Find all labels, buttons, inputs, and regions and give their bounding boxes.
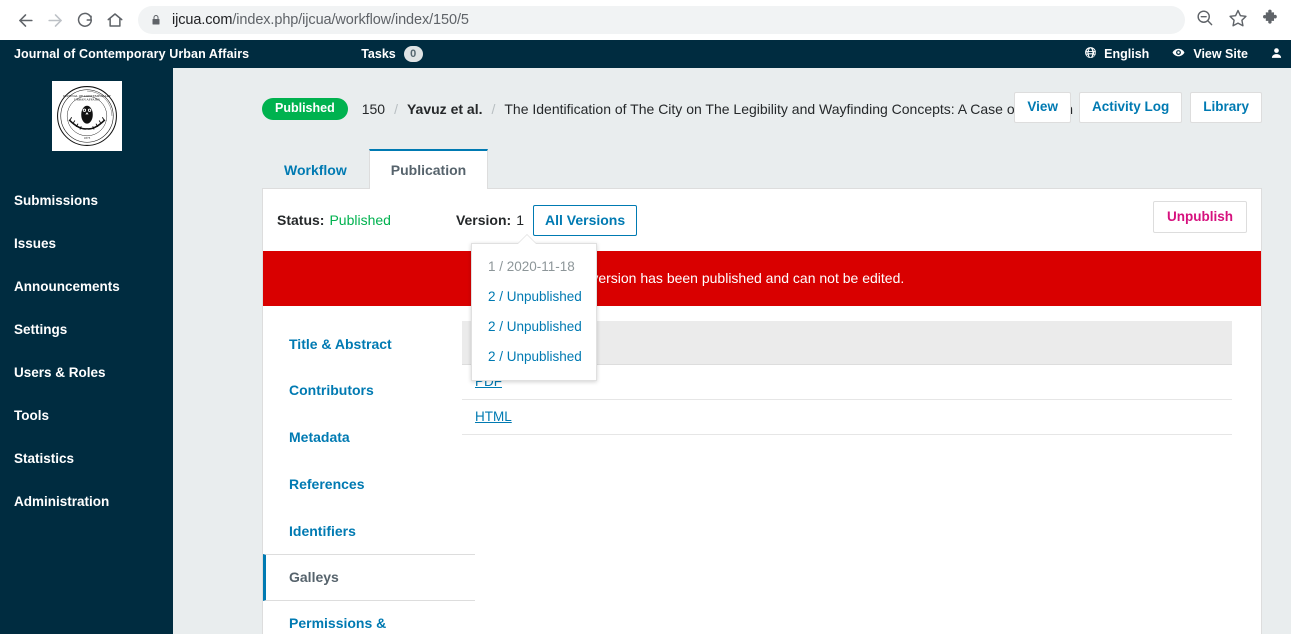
browser-toolbar: ijcua.com/index.php/ijcua/workflow/index… — [0, 0, 1291, 40]
sidebar-item-label: Tools — [14, 408, 49, 423]
url-domain: ijcua.com — [172, 12, 233, 28]
pub-nav-item-title-abstract[interactable]: Title & Abstract — [263, 321, 433, 368]
pub-nav-item-galleys[interactable]: Galleys — [263, 554, 475, 602]
submission-title: The Identification of The City on The Le… — [504, 100, 1073, 117]
app-brand[interactable]: Journal of Contemporary Urban Affairs — [0, 47, 249, 61]
url-path: /index.php/ijcua/workflow/index/150/5 — [232, 12, 469, 28]
url-text: ijcua.com/index.php/ijcua/workflow/index… — [172, 12, 469, 28]
table-row: HTML — [462, 400, 1232, 435]
version-label: Version: — [455, 212, 512, 228]
main-sidebar: JOURNAL OF CONTEMPORARY URBAN AFFAIRS 18… — [0, 68, 173, 634]
submission-header: Published 150 / Yavuz et al. / The Ident… — [173, 68, 1291, 123]
sidebar-item-issues[interactable]: Issues — [0, 222, 173, 265]
sidebar-item-announcements[interactable]: Announcements — [0, 265, 173, 308]
language-selector[interactable]: English — [1084, 46, 1149, 62]
breadcrumb: 150 / Yavuz et al. / The Identification … — [362, 101, 1073, 117]
sidebar-item-statistics[interactable]: Statistics — [0, 437, 173, 480]
workflow-tabs: Workflow Publication — [173, 120, 1291, 189]
view-site-link[interactable]: View Site — [1171, 46, 1248, 62]
version-option[interactable]: 2 / Unpublished — [472, 312, 596, 342]
tab-workflow[interactable]: Workflow — [262, 149, 369, 189]
journal-seal-icon: JOURNAL OF CONTEMPORARY URBAN AFFAIRS 18… — [56, 86, 117, 146]
home-icon — [106, 11, 124, 29]
version-group: Version: 1 All Versions — [455, 204, 638, 236]
publication-panel: Status: Published Version: 1 All Version… — [262, 187, 1262, 634]
all-versions-button[interactable]: All Versions — [533, 204, 638, 236]
zoom-out-icon[interactable] — [1195, 8, 1214, 32]
unpublish-button[interactable]: Unpublish — [1153, 200, 1247, 233]
breadcrumb-separator: / — [491, 100, 496, 117]
svg-text:URBAN AFFAIRS: URBAN AFFAIRS — [74, 98, 100, 102]
status-value: Published — [329, 212, 391, 228]
sidebar-item-label: Administration — [14, 494, 110, 509]
back-arrow-icon — [16, 11, 35, 30]
forward-button[interactable] — [40, 5, 70, 35]
sidebar-item-administration[interactable]: Administration — [0, 480, 173, 523]
status-label: Status: — [277, 212, 325, 228]
publication-status-row: Status: Published Version: 1 All Version… — [263, 189, 1261, 251]
publication-nav: Title & Abstract Contributors Metadata R… — [263, 306, 475, 634]
breadcrumb-separator: / — [394, 100, 398, 117]
alert-message: This version has been published and can … — [561, 269, 905, 286]
sidebar-item-submissions[interactable]: Submissions — [0, 179, 173, 222]
address-bar[interactable]: ijcua.com/index.php/ijcua/workflow/index… — [138, 6, 1185, 34]
activity-log-button[interactable]: Activity Log — [1078, 92, 1183, 123]
app-header: Journal of Contemporary Urban Affairs Ta… — [0, 40, 1291, 68]
reload-button[interactable] — [70, 5, 100, 35]
extensions-area — [1248, 8, 1281, 32]
submission-authors: Yavuz et al. — [406, 100, 483, 117]
submission-id: 150 — [361, 100, 386, 117]
version-option-current: 1 / 2020-11-18 — [488, 258, 575, 274]
pub-nav-item-permissions[interactable]: Permissions & — [263, 601, 433, 634]
lock-icon — [150, 13, 162, 27]
status-badge: Published — [262, 98, 348, 120]
user-icon — [1270, 46, 1283, 63]
version-value: 1 — [516, 212, 524, 228]
version-option[interactable]: 2 / Unpublished — [472, 282, 596, 312]
page-layout: JOURNAL OF CONTEMPORARY URBAN AFFAIRS 18… — [0, 68, 1291, 634]
view-site-label: View Site — [1193, 47, 1248, 61]
user-menu[interactable] — [1270, 46, 1283, 63]
pub-nav-item-identifiers[interactable]: Identifiers — [263, 508, 433, 555]
sidebar-item-users-roles[interactable]: Users & Roles — [0, 351, 173, 394]
puzzle-piece-icon[interactable] — [1262, 8, 1281, 32]
pub-nav-item-contributors[interactable]: Contributors — [263, 367, 433, 414]
pub-nav-item-references[interactable]: References — [263, 461, 433, 508]
sidebar-item-label: Submissions — [14, 193, 99, 208]
all-versions-dropdown: 1 / 2020-11-18 2 / Unpublished 2 / Unpub… — [471, 242, 597, 381]
star-icon[interactable] — [1228, 8, 1248, 33]
sidebar-item-settings[interactable]: Settings — [0, 308, 173, 351]
sidebar-item-label: Settings — [14, 322, 68, 337]
view-button[interactable]: View — [1014, 92, 1071, 123]
tab-publication[interactable]: Publication — [368, 148, 489, 189]
tasks-button[interactable]: Tasks 0 — [361, 46, 423, 62]
home-button[interactable] — [100, 5, 130, 35]
journal-logo[interactable]: JOURNAL OF CONTEMPORARY URBAN AFFAIRS 18… — [51, 81, 122, 151]
globe-icon — [1084, 46, 1097, 62]
language-label: English — [1104, 47, 1150, 61]
sidebar-item-label: Announcements — [14, 279, 120, 294]
galley-link-html[interactable]: HTML — [475, 409, 512, 424]
published-alert: This version has been published and can … — [263, 250, 1261, 306]
svg-text:1873: 1873 — [83, 136, 90, 140]
main-content: Published 150 / Yavuz et al. / The Ident… — [173, 68, 1291, 634]
tasks-count-badge: 0 — [403, 46, 423, 62]
back-button[interactable] — [10, 5, 40, 35]
publication-body: Title & Abstract Contributors Metadata R… — [263, 306, 1261, 634]
sidebar-item-tools[interactable]: Tools — [0, 394, 173, 437]
pub-nav-item-metadata[interactable]: Metadata — [263, 414, 433, 461]
tasks-label: Tasks — [361, 47, 396, 61]
eye-icon — [1171, 46, 1186, 62]
sidebar-item-label: Issues — [14, 236, 57, 251]
submission-actions: View Activity Log Library — [1014, 92, 1262, 123]
forward-arrow-icon — [46, 11, 65, 30]
library-button[interactable]: Library — [1190, 92, 1262, 123]
omnibox-actions — [1195, 8, 1248, 33]
header-right-actions: English View Site — [1084, 40, 1291, 68]
reload-icon — [76, 11, 94, 29]
version-option[interactable]: 2 / Unpublished — [472, 342, 596, 372]
sidebar-item-label: Users & Roles — [14, 365, 106, 380]
sidebar-item-label: Statistics — [14, 451, 75, 466]
